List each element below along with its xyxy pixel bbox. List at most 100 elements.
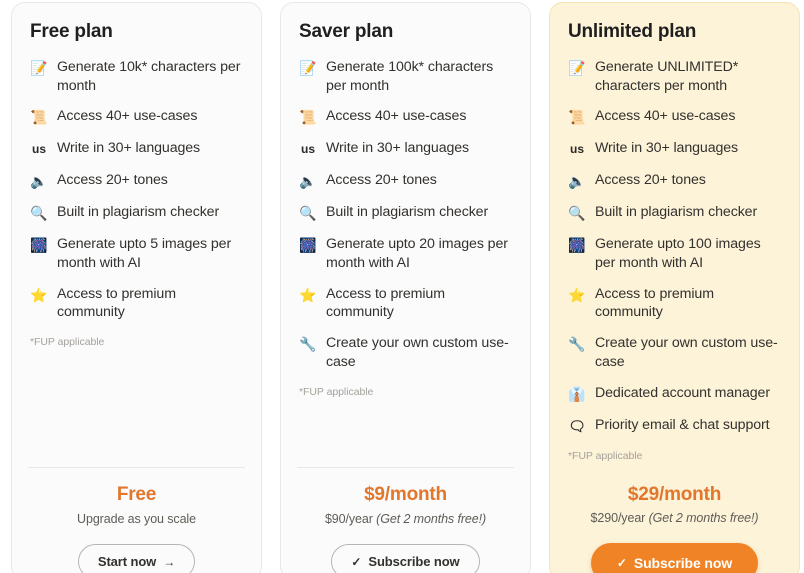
memo-icon: 📝 bbox=[30, 59, 48, 76]
feature-item: 🔈 Access 20+ tones bbox=[28, 171, 245, 191]
feature-label: Write in 30+ languages bbox=[57, 140, 201, 157]
feature-item: 🔍 Built in plagiarism checker bbox=[297, 203, 514, 223]
feature-label: Access 20+ tones bbox=[595, 172, 706, 189]
feature-label: Write in 30+ languages bbox=[326, 140, 470, 157]
feature-item: 📜 Access 40+ use-cases bbox=[28, 107, 245, 127]
scroll-icon: 📜 bbox=[299, 109, 317, 126]
feature-item: 🔧 Create your own custom use-case bbox=[566, 334, 783, 371]
speaker-icon: 🔈 bbox=[568, 173, 586, 190]
plan-card-unlimited[interactable]: Unlimited plan 📝 Generate UNLIMITED* cha… bbox=[549, 2, 800, 573]
feature-label: Generate UNLIMITED* characters per month bbox=[595, 58, 743, 94]
wrench-icon: 🔧 bbox=[299, 336, 317, 353]
feature-item: 🔧 Create your own custom use-case bbox=[297, 334, 514, 371]
feature-label: Built in plagiarism checker bbox=[326, 204, 489, 221]
feature-item: 📜 Access 40+ use-cases bbox=[297, 107, 514, 127]
feature-item: us Write in 30+ languages bbox=[566, 139, 783, 159]
feature-item: 🔍 Built in plagiarism checker bbox=[566, 203, 783, 223]
feature-label: Built in plagiarism checker bbox=[595, 204, 758, 221]
feature-item: ⭐ Access to premium community bbox=[566, 285, 783, 322]
scroll-icon: 📜 bbox=[30, 109, 48, 126]
feature-item: 🔍 Built in plagiarism checker bbox=[28, 203, 245, 223]
feature-label: Create your own custom use-case bbox=[326, 335, 509, 370]
star-icon: ⭐ bbox=[568, 286, 586, 303]
speech-balloon-icon: 🗨 bbox=[568, 417, 586, 434]
feature-item: 📜 Access 40+ use-cases bbox=[566, 107, 783, 127]
price-subtext-main: Upgrade as you scale bbox=[77, 512, 196, 526]
star-icon: ⭐ bbox=[299, 286, 317, 303]
feature-label: Generate 100k* characters per month bbox=[326, 58, 497, 94]
feature-item: ⭐ Access to premium community bbox=[28, 285, 245, 322]
feature-label: Access 40+ use-cases bbox=[326, 108, 467, 125]
cta-label: Start now bbox=[97, 554, 157, 569]
plan-title-saver: Saver plan bbox=[299, 21, 394, 42]
feature-item: 📝 Generate 10k* characters per month bbox=[28, 58, 245, 95]
feature-label: Create your own custom use-case bbox=[595, 335, 778, 370]
cta-label: Subscribe now bbox=[633, 555, 733, 572]
cta-wrap-saver: ✓ Subscribe now bbox=[281, 526, 530, 573]
feature-item: 📝 Generate 100k* characters per month bbox=[297, 58, 514, 95]
check-icon: ✓ bbox=[616, 556, 627, 571]
fup-footnote: *FUP applicable bbox=[568, 449, 643, 462]
feature-item: us Write in 30+ languages bbox=[28, 139, 245, 159]
abc-languages-icon: us bbox=[569, 142, 584, 157]
feature-label: Access 40+ use-cases bbox=[57, 108, 198, 125]
feature-label: Access to premium community bbox=[595, 285, 718, 321]
abc-languages-icon: us bbox=[300, 142, 315, 157]
feature-label: Access to premium community bbox=[326, 285, 449, 321]
cta-wrap-unlimited: ✓ Subscribe now bbox=[550, 525, 799, 573]
feature-item: 🔈 Access 20+ tones bbox=[297, 171, 514, 191]
memo-icon: 📝 bbox=[568, 59, 586, 76]
plan-card-unlimited-body: Unlimited plan 📝 Generate UNLIMITED* cha… bbox=[550, 3, 799, 468]
feature-item: 👔 Dedicated account manager bbox=[566, 384, 783, 404]
start-now-button[interactable]: Start now → bbox=[77, 544, 196, 573]
price-block-saver: $9/month $90/year (Get 2 months free!) bbox=[281, 468, 530, 526]
feature-label: Access to premium community bbox=[57, 285, 180, 321]
feature-label: Access 20+ tones bbox=[326, 172, 437, 189]
arrow-right-icon: → bbox=[163, 554, 176, 569]
feature-item: 📝 Generate UNLIMITED* characters per mon… bbox=[566, 58, 783, 95]
scroll-icon: 📜 bbox=[568, 109, 586, 126]
plan-card-saver[interactable]: Saver plan 📝 Generate 100k* characters p… bbox=[280, 2, 531, 573]
feature-list-free: 📝 Generate 10k* characters per month 📜 A… bbox=[28, 58, 245, 334]
price-subtext-note: (Get 2 months free!) bbox=[648, 511, 759, 526]
memo-icon: 📝 bbox=[299, 59, 317, 76]
cta-label: Subscribe now bbox=[368, 554, 460, 569]
pricing-plans-board: Free plan 📝 Generate 10k* characters per… bbox=[0, 0, 804, 573]
star-icon: ⭐ bbox=[30, 286, 48, 303]
feature-label: Access 20+ tones bbox=[57, 172, 168, 189]
subscribe-now-button-saver[interactable]: ✓ Subscribe now bbox=[331, 544, 480, 573]
feature-label: Generate upto 100 images per month with … bbox=[595, 236, 765, 271]
fup-footnote: *FUP applicable bbox=[30, 336, 105, 349]
price-subtext: $290/year (Get 2 months free!) bbox=[566, 511, 783, 525]
framed-picture-icon: 🎆 bbox=[30, 237, 48, 254]
plan-card-free[interactable]: Free plan 📝 Generate 10k* characters per… bbox=[11, 2, 262, 573]
feature-item: 🗨 Priority email & chat support bbox=[566, 416, 783, 436]
price-subtext-main: $90/year bbox=[324, 512, 377, 526]
feature-list-saver: 📝 Generate 100k* characters per month 📜 … bbox=[297, 58, 514, 384]
feature-label: Generate 10k* characters per month bbox=[57, 58, 245, 94]
wrench-icon: 🔧 bbox=[568, 336, 586, 353]
price-subtext-note: (Get 2 months free!) bbox=[376, 512, 487, 526]
business-person-icon: 👔 bbox=[568, 385, 586, 402]
feature-list-unlimited: 📝 Generate UNLIMITED* characters per mon… bbox=[566, 58, 783, 448]
plan-title-unlimited: Unlimited plan bbox=[568, 21, 697, 42]
magnifying-glass-icon: 🔍 bbox=[299, 205, 317, 222]
feature-label: Dedicated account manager bbox=[595, 384, 770, 401]
price-block-free: Free Upgrade as you scale bbox=[12, 468, 261, 526]
abc-languages-icon: us bbox=[31, 142, 46, 157]
plan-title-free: Free plan bbox=[30, 21, 113, 42]
framed-picture-icon: 🎆 bbox=[299, 237, 317, 254]
price-subtext: $90/year (Get 2 months free!) bbox=[297, 512, 514, 526]
feature-item: 🎆 Generate upto 20 images per month with… bbox=[297, 235, 514, 272]
magnifying-glass-icon: 🔍 bbox=[30, 205, 48, 222]
magnifying-glass-icon: 🔍 bbox=[568, 205, 586, 222]
feature-item: 🎆 Generate upto 100 images per month wit… bbox=[566, 235, 783, 272]
speaker-icon: 🔈 bbox=[299, 173, 317, 190]
subscribe-now-button-unlimited[interactable]: ✓ Subscribe now bbox=[590, 543, 759, 573]
feature-item: 🎆 Generate upto 5 images per month with … bbox=[28, 235, 245, 272]
feature-item: 🔈 Access 20+ tones bbox=[566, 171, 783, 191]
feature-label: Generate upto 20 images per month with A… bbox=[326, 236, 512, 271]
framed-picture-icon: 🎆 bbox=[568, 237, 586, 254]
speaker-icon: 🔈 bbox=[30, 173, 48, 190]
